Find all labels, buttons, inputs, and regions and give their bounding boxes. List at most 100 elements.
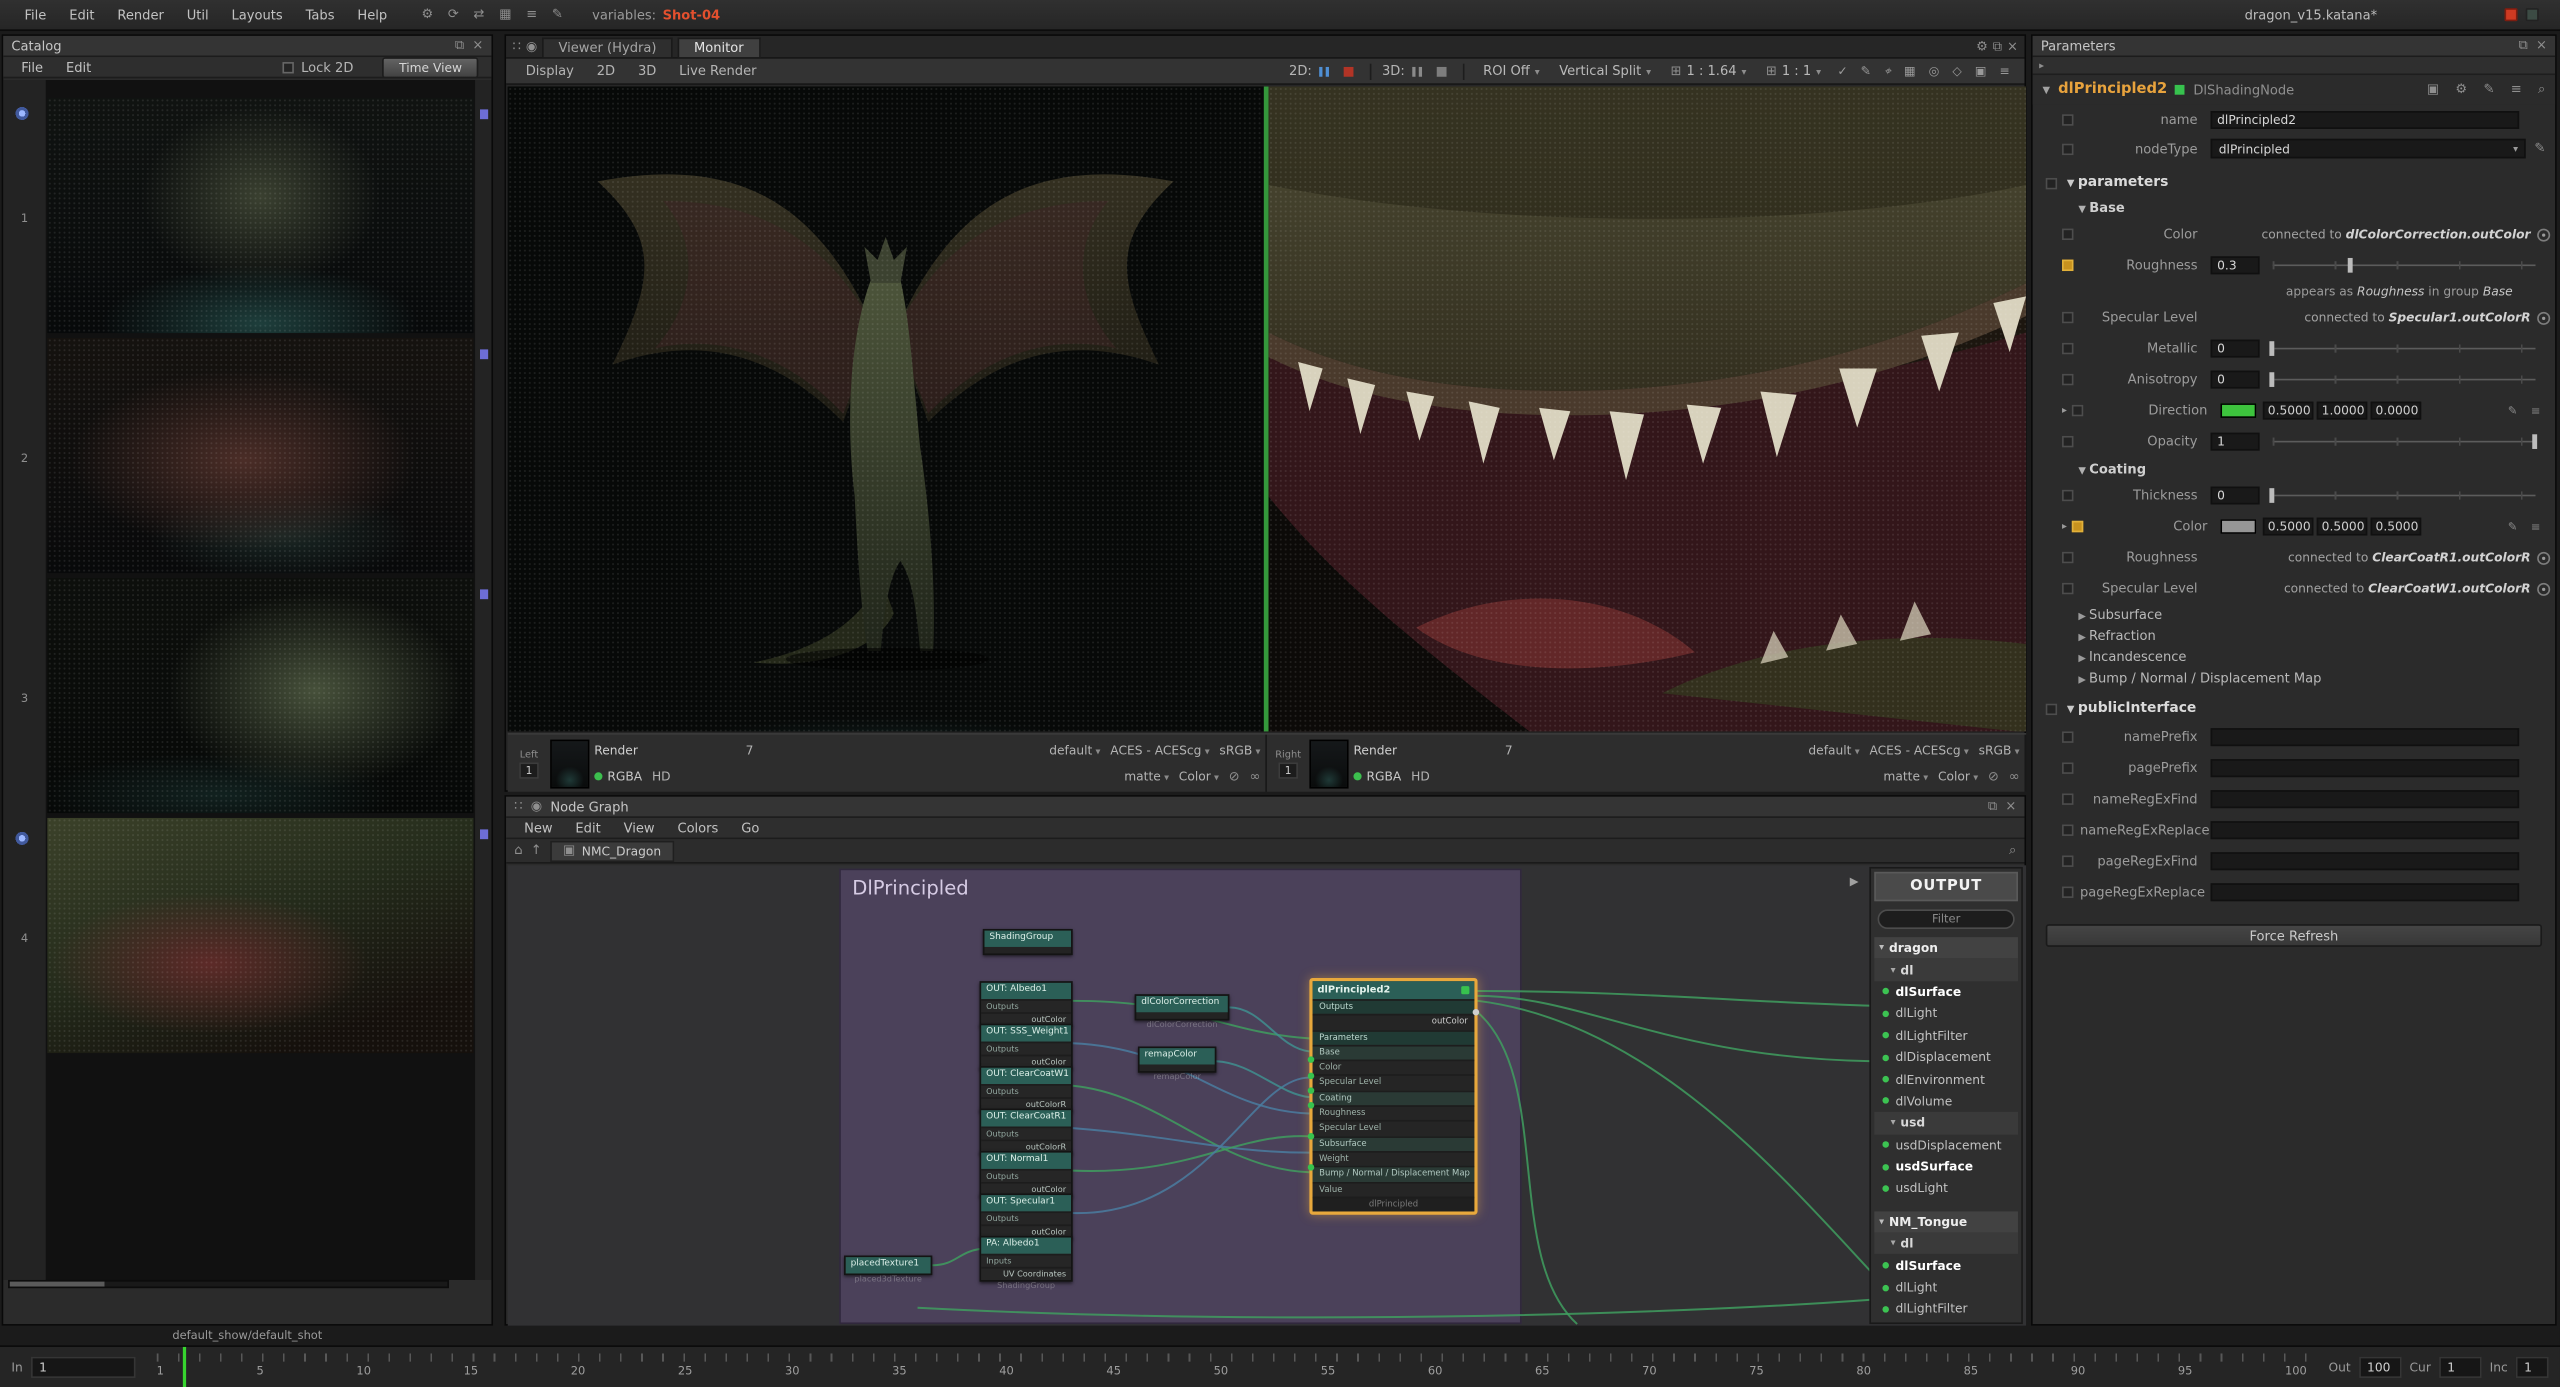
grid-overlay-icon[interactable] <box>1899 64 1920 79</box>
param-extra-icons[interactable] <box>2508 520 2545 533</box>
time-view-button[interactable]: Time View <box>383 56 479 77</box>
no-color-icon[interactable] <box>1988 770 1999 783</box>
shading-node[interactable]: placedTexture1 placed3dTexture <box>844 1256 932 1275</box>
slider-handle[interactable] <box>2269 341 2274 356</box>
catalog-render-thumbnail[interactable] <box>47 98 473 333</box>
slot-field[interactable]: 1 <box>1278 762 1298 778</box>
param-state-toggle[interactable] <box>2062 229 2073 240</box>
vector-z-field[interactable]: 0.5000 <box>2371 518 2422 536</box>
lock-pin-icon[interactable] <box>479 589 487 599</box>
node-enabled-icon[interactable] <box>2175 85 2185 95</box>
param-state-toggle[interactable] <box>2062 312 2073 323</box>
float-panel-icon[interactable] <box>455 39 464 52</box>
node-graph-menu-item[interactable]: Go <box>730 820 771 835</box>
shading-node[interactable]: remapColor remapColor <box>1138 1047 1216 1073</box>
connection-icon[interactable] <box>2537 228 2550 241</box>
vector-y-field[interactable]: 0.5000 <box>2317 518 2368 536</box>
param-slider[interactable] <box>2273 434 2536 449</box>
node-graph-menu-item[interactable]: Colors <box>666 820 730 835</box>
gear-icon[interactable] <box>1976 40 1988 53</box>
drag-handle-icon[interactable] <box>514 800 522 813</box>
node-name-field[interactable]: dlPrincipled2 <box>2211 110 2520 128</box>
param-state-toggle[interactable] <box>2062 343 2073 354</box>
viewer-tab[interactable]: Monitor <box>678 37 760 57</box>
menu-item[interactable]: File <box>13 7 58 22</box>
color-channel-dropdown[interactable]: Color <box>1938 769 1978 784</box>
param-slider[interactable] <box>2273 341 2536 356</box>
node-dlprincipled2-selected[interactable]: dlPrincipled2 Outputs outColor Parameter… <box>1309 978 1477 1215</box>
param-extra-icons[interactable] <box>2508 404 2545 417</box>
output-tree-row[interactable]: dlEnvironment <box>1874 1068 2018 1090</box>
render-view-left-dragon-full[interactable] <box>508 87 1264 732</box>
shading-node[interactable]: OUT: Normal1 Outputs outColor <box>980 1151 1073 1196</box>
right-zoom-dropdown[interactable]: 1 : 1 <box>1758 64 1829 79</box>
lock-pin-icon[interactable] <box>479 829 487 839</box>
pass-dropdown[interactable]: default <box>1049 742 1100 757</box>
roi-dropdown[interactable]: ROI Off <box>1475 64 1548 79</box>
catalog-menu-item[interactable]: File <box>13 60 51 75</box>
param-state-toggle[interactable] <box>2046 703 2057 714</box>
split-mode-dropdown[interactable]: Vertical Split <box>1551 64 1659 79</box>
breadcrumb-chip[interactable]: NMC_Dragon <box>550 840 674 861</box>
node-graph-menu-item[interactable]: Edit <box>564 820 612 835</box>
lock-pin-icon[interactable] <box>479 109 487 119</box>
monitor-menu-item[interactable]: Live Render <box>669 64 766 79</box>
node-graph-canvas[interactable]: DlPrincipled ShadingGroup OUT: Albedo1 O… <box>508 865 2026 1325</box>
param-value-field[interactable]: 0.3 <box>2211 256 2260 274</box>
force-refresh-button[interactable]: Force Refresh <box>2046 924 2542 947</box>
output-tree-row[interactable]: usdLight <box>1874 1178 2018 1200</box>
output-tree-row[interactable]: usdSurface <box>1874 1156 2018 1178</box>
catalog-horizontal-scrollbar[interactable] <box>8 1280 449 1288</box>
pin-icon[interactable] <box>531 800 542 813</box>
connection-icon[interactable] <box>2537 551 2550 564</box>
output-tree-row[interactable]: usdDisplacement <box>1874 1134 2018 1156</box>
link-views-icon[interactable] <box>2009 770 2020 783</box>
output-tree-row[interactable]: dlLight <box>1874 1277 2018 1299</box>
monitor-menu-item[interactable]: Display <box>516 64 584 79</box>
center-view-icon[interactable] <box>1879 63 1896 79</box>
viewer-tab[interactable]: Viewer (Hydra) <box>542 37 673 57</box>
graph-state-variables[interactable]: variables: Shot-04 <box>592 7 720 22</box>
param-state-toggle[interactable] <box>2062 762 2073 773</box>
output-tree-row[interactable]: dlSurface <box>1874 1255 2018 1277</box>
menu-item[interactable]: Help <box>346 7 399 22</box>
out-frame-field[interactable]: 100 <box>2359 1357 2401 1378</box>
param-slider[interactable] <box>2273 258 2536 273</box>
sync-icon[interactable] <box>448 8 459 21</box>
param-slider[interactable] <box>2273 488 2536 503</box>
compare-icon[interactable] <box>1947 64 1966 79</box>
output-tree-row[interactable]: usd <box>1874 1112 2018 1134</box>
slider-handle[interactable] <box>2532 434 2537 449</box>
stop-3d-icon[interactable] <box>1436 64 1451 77</box>
param-state-toggle[interactable] <box>2072 405 2083 416</box>
output-filter-input[interactable]: Filter <box>1878 909 2015 929</box>
slider-handle[interactable] <box>2348 258 2353 273</box>
param-text-field[interactable] <box>2211 728 2520 746</box>
render-mini-thumbnail[interactable] <box>550 739 589 788</box>
search-icon[interactable] <box>2009 844 2016 857</box>
menu-item[interactable]: Render <box>106 7 175 22</box>
render-view-right-dragon-jaw[interactable] <box>1269 87 2027 732</box>
output-port[interactable] <box>1473 1009 1480 1016</box>
float-panel-icon[interactable] <box>2518 39 2527 52</box>
close-panel-icon[interactable] <box>2007 40 2018 53</box>
param-state-toggle[interactable] <box>2062 436 2073 447</box>
scrollbar-thumb[interactable] <box>10 1282 105 1287</box>
current-frame-field[interactable]: 1 <box>2439 1357 2481 1378</box>
param-text-field[interactable] <box>2211 821 2520 839</box>
vector-x-field[interactable]: 0.5000 <box>2263 518 2314 536</box>
output-tree-row[interactable]: dlLightFilter <box>1874 1298 2018 1320</box>
param-state-toggle[interactable] <box>2062 113 2073 124</box>
stop-2d-icon[interactable] <box>1343 64 1358 77</box>
param-state-toggle[interactable] <box>2062 143 2073 154</box>
channel-layers-icon[interactable] <box>1995 64 2015 79</box>
connection-icon[interactable] <box>2537 311 2550 324</box>
output-tree-row[interactable]: dlVolume <box>1874 1090 2018 1112</box>
playhead[interactable] <box>182 1346 185 1387</box>
output-tree-row[interactable]: dlDisplacement <box>1874 1046 2018 1068</box>
color-channel-dropdown[interactable]: Color <box>1179 769 1219 784</box>
edit-type-icon[interactable] <box>2534 142 2545 155</box>
monitor-menu-item[interactable]: 2D <box>587 64 625 79</box>
param-value-field[interactable]: 1 <box>2211 433 2260 451</box>
lock-pin-icon[interactable] <box>479 349 487 359</box>
